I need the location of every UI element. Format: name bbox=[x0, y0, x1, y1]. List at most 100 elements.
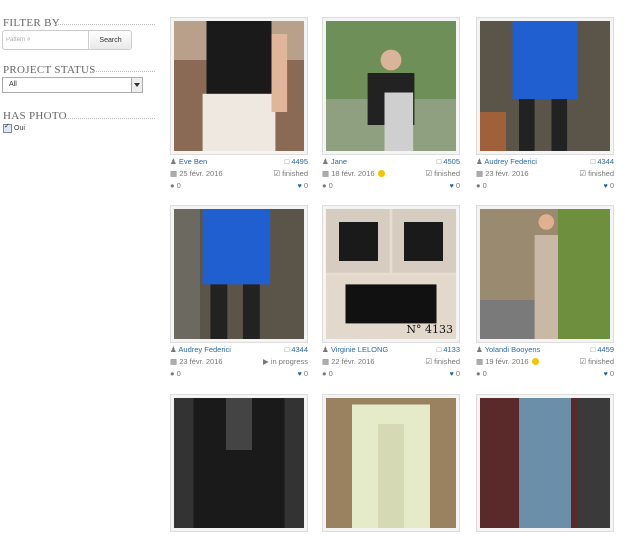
user-icon: ♟ bbox=[322, 157, 329, 166]
pattern-link[interactable]: 4344 bbox=[597, 157, 614, 166]
user-icon: ♟ bbox=[170, 345, 177, 354]
date-row: ▦ 25 févr. 2016 ☑ finished bbox=[170, 169, 308, 179]
author-link[interactable]: Yolandi Booyens bbox=[485, 345, 541, 354]
project-photo[interactable] bbox=[476, 394, 614, 532]
user-icon: ♟ bbox=[476, 157, 483, 166]
author-row: ♟ Audrey Federici □ 4344 bbox=[170, 345, 308, 355]
project-status-select[interactable]: All bbox=[2, 77, 143, 93]
comment-icon[interactable]: ● bbox=[476, 181, 481, 190]
comment-icon[interactable]: ● bbox=[322, 181, 327, 190]
author-link[interactable]: Eve Ben bbox=[179, 157, 207, 166]
heart-icon[interactable]: ♥ bbox=[298, 371, 302, 378]
comment-icon[interactable]: ● bbox=[322, 369, 327, 378]
project-card[interactable]: ♟ Yolandi Booyens □ 4459 ▦ 19 févr. 2016 ☑ … bbox=[476, 205, 614, 378]
project-card[interactable]: ♟ Audrey Federici □ 4344 ▦ 23 févr. 2016 ☑ … bbox=[476, 17, 614, 190]
comment-count: 0 bbox=[176, 181, 181, 190]
comment-count: 0 bbox=[328, 181, 333, 190]
project-card[interactable]: ♟ Eve Ben □ 4495 ▦ 25 févr. 2016 ☑ finished… bbox=[170, 17, 308, 190]
smiley-icon bbox=[531, 358, 539, 365]
pattern-search-input[interactable] bbox=[3, 31, 89, 49]
date-row: ▦ 19 févr. 2016 ☑ finished bbox=[476, 357, 614, 367]
comment-icon[interactable]: ● bbox=[476, 369, 481, 378]
comment-count: 0 bbox=[482, 181, 487, 190]
file-icon: □ bbox=[590, 157, 596, 166]
author-row: ♟ Yolandi Booyens □ 4459 bbox=[476, 345, 614, 355]
pattern-link[interactable]: 4133 bbox=[443, 345, 460, 354]
social-row: ● 0 ♥ 0 bbox=[476, 369, 614, 379]
chevron-down-icon[interactable] bbox=[131, 78, 142, 92]
project-card[interactable]: ♟ Jane □ 4505 ▦ 18 févr. 2016 ☑ finished ● 0… bbox=[322, 17, 460, 190]
project-date: 22 févr. 2016 bbox=[331, 357, 375, 366]
project-photo[interactable]: N° 4133 bbox=[322, 205, 460, 343]
like-count: 0 bbox=[455, 369, 460, 378]
project-card[interactable] bbox=[170, 394, 308, 544]
date-row: ▦ 23 févr. 2016 ▶ in progress bbox=[170, 357, 308, 367]
project-photo[interactable] bbox=[476, 205, 614, 343]
divider bbox=[90, 71, 155, 72]
heart-icon[interactable]: ♥ bbox=[604, 371, 608, 378]
social-row: ● 0 ♥ 0 bbox=[170, 369, 308, 379]
author-row: ♟ Eve Ben □ 4495 bbox=[170, 157, 308, 167]
play-icon: ▶ bbox=[263, 357, 269, 366]
social-row: ● 0 ♥ 0 bbox=[322, 369, 460, 379]
calendar-icon: ▦ bbox=[476, 169, 484, 178]
project-card[interactable] bbox=[322, 394, 460, 544]
author-row: ♟ Virginie LELONG □ 4133 bbox=[322, 345, 460, 355]
checkbox-icon: ☑ bbox=[579, 357, 587, 366]
checkbox-icon: ☑ bbox=[579, 169, 587, 178]
project-date: 25 févr. 2016 bbox=[179, 169, 223, 178]
pattern-link[interactable]: 4459 bbox=[597, 345, 614, 354]
pattern-link[interactable]: 4505 bbox=[443, 157, 460, 166]
user-icon: ♟ bbox=[170, 157, 177, 166]
file-icon: □ bbox=[284, 345, 290, 354]
comment-icon[interactable]: ● bbox=[170, 181, 175, 190]
author-row: ♟ Audrey Federici □ 4344 bbox=[476, 157, 614, 167]
project-date: 23 févr. 2016 bbox=[179, 357, 223, 366]
heart-icon[interactable]: ♥ bbox=[298, 183, 302, 190]
like-count: 0 bbox=[303, 181, 308, 190]
pattern-link[interactable]: 4344 bbox=[291, 345, 308, 354]
project-date: 19 févr. 2016 bbox=[485, 357, 529, 366]
project-photo[interactable] bbox=[476, 17, 614, 155]
has-photo-option-label: Oui bbox=[14, 125, 25, 132]
project-photo[interactable] bbox=[322, 394, 460, 532]
project-card[interactable]: ♟ Audrey Federici □ 4344 ▦ 23 févr. 2016 ▶ … bbox=[170, 205, 308, 378]
has-photo-checkbox[interactable] bbox=[3, 122, 12, 133]
user-icon: ♟ bbox=[476, 345, 483, 354]
comment-icon[interactable]: ● bbox=[170, 369, 175, 378]
project-photo[interactable] bbox=[170, 205, 308, 343]
has-photo-option[interactable]: Oui bbox=[3, 122, 25, 133]
heart-icon[interactable]: ♥ bbox=[604, 183, 608, 190]
project-status: finished bbox=[434, 169, 460, 178]
comment-count: 0 bbox=[328, 369, 333, 378]
calendar-icon: ▦ bbox=[170, 169, 178, 178]
date-row: ▦ 22 févr. 2016 ☑ finished bbox=[322, 357, 460, 367]
project-card[interactable] bbox=[476, 394, 614, 544]
author-link[interactable]: Audrey Federici bbox=[178, 345, 231, 354]
calendar-icon: ▦ bbox=[476, 357, 484, 366]
author-link[interactable]: Jane bbox=[331, 157, 347, 166]
search-button[interactable]: Search bbox=[90, 31, 131, 49]
social-row: ● 0 ♥ 0 bbox=[476, 181, 614, 191]
pattern-link[interactable]: 4495 bbox=[291, 157, 308, 166]
heart-icon[interactable]: ♥ bbox=[450, 183, 454, 190]
like-count: 0 bbox=[609, 181, 614, 190]
heart-icon[interactable]: ♥ bbox=[450, 371, 454, 378]
smiley-icon bbox=[377, 170, 385, 177]
author-link[interactable]: Virginie LELONG bbox=[331, 345, 388, 354]
project-status: finished bbox=[588, 357, 614, 366]
project-card[interactable]: N° 4133 ♟ Virginie LELONG □ 4133 ▦ 22 févr.… bbox=[322, 205, 460, 378]
project-photo[interactable] bbox=[170, 394, 308, 532]
calendar-icon: ▦ bbox=[322, 169, 330, 178]
social-row: ● 0 ♥ 0 bbox=[170, 181, 308, 191]
author-link[interactable]: Audrey Federici bbox=[484, 157, 537, 166]
project-photo[interactable] bbox=[170, 17, 308, 155]
photo-caption: N° 4133 bbox=[406, 323, 453, 336]
project-status: finished bbox=[434, 357, 460, 366]
project-photo[interactable] bbox=[322, 17, 460, 155]
file-icon: □ bbox=[436, 345, 442, 354]
social-row: ● 0 ♥ 0 bbox=[322, 181, 460, 191]
file-icon: □ bbox=[590, 345, 596, 354]
calendar-icon: ▦ bbox=[322, 357, 330, 366]
file-icon: □ bbox=[436, 157, 442, 166]
